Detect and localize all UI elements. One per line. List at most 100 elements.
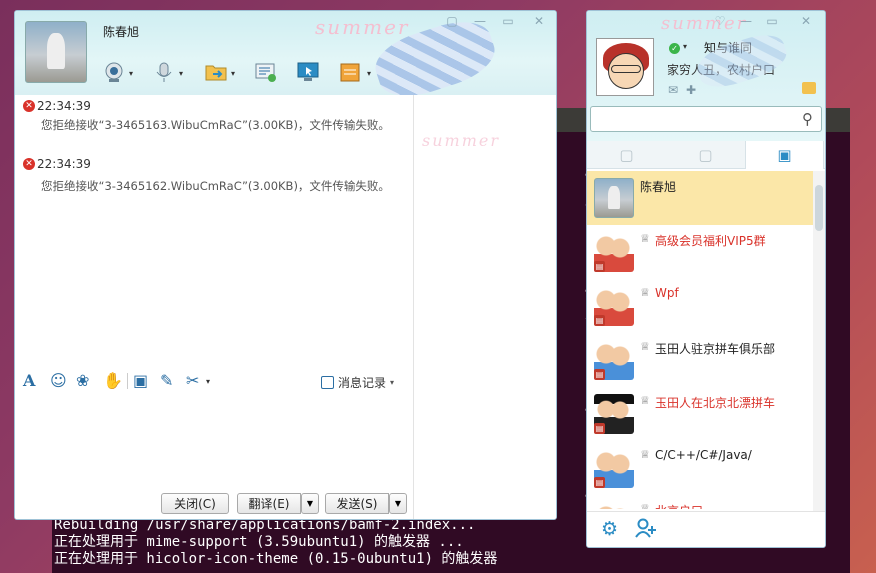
tab-recent[interactable]: ▢	[666, 141, 745, 169]
magic-emoji-icon[interactable]: ❀	[76, 371, 89, 390]
contact-list-scrollbar[interactable]	[813, 171, 825, 511]
summer-decoration: summer	[315, 15, 410, 39]
input-toolbar: A ☺ ❀ ✋ ▣ ✎ ✂ ▾ 消息记录 ▾	[15, 371, 413, 395]
message-input[interactable]	[15, 397, 413, 487]
terminal-line: 正在处理用于 hicolor-icon-theme (0.15-0ubuntu1…	[54, 551, 498, 567]
contacts-footer: ⚙	[587, 511, 825, 547]
search-input[interactable]: ⚲	[590, 106, 822, 132]
tab-groups[interactable]: ▣	[745, 141, 824, 169]
font-icon[interactable]: A	[23, 371, 35, 390]
skin-button[interactable]: ▢	[443, 14, 461, 28]
app-box-icon[interactable]	[337, 59, 363, 85]
history-icon	[321, 376, 334, 389]
error-icon: ✕	[23, 100, 35, 112]
group-level-icon: ♕	[640, 448, 650, 461]
chat-window[interactable]: summer 陈春旭 ▢ — ▭ ✕ ▾ ▾ ▾ ▾ ✕ 22:34:39 您拒…	[14, 10, 557, 520]
contacts-header: summer ♡ — ▭ ✕ ✓ ▾ 知与谁同 家穷人丑，农村户口 ✉ ✚ ⚲	[587, 11, 825, 143]
contact-name: 陈春旭	[103, 25, 140, 39]
close-button[interactable]: 关闭(C)	[161, 493, 229, 514]
maximize-button[interactable]: ▭	[499, 14, 517, 28]
message-history[interactable]: ✕ 22:34:39 您拒绝接收“3-3465163.WibuCmRaC”(3.…	[15, 95, 413, 371]
online-status-icon[interactable]: ✓	[669, 43, 680, 54]
send-file-icon[interactable]	[203, 59, 229, 85]
contact-avatar[interactable]	[25, 21, 87, 83]
group-level-icon: ♕	[640, 340, 650, 353]
group-type-badge-icon: ▤	[594, 477, 605, 488]
chat-header: summer 陈春旭 ▢ — ▭ ✕ ▾ ▾ ▾ ▾	[15, 11, 556, 107]
group-avatar[interactable]	[594, 502, 634, 509]
group-level-icon: ♕	[640, 394, 650, 407]
group-type-badge-icon: ▤	[594, 369, 605, 380]
message-box-icon[interactable]	[802, 82, 816, 94]
microphone-icon[interactable]	[151, 59, 177, 85]
image-icon[interactable]: ▣	[133, 371, 148, 390]
group-level-icon: ♕	[640, 232, 650, 245]
group-chat-icon: ▣	[777, 146, 792, 164]
edit-icon[interactable]: ✎	[160, 371, 173, 390]
message-history-button[interactable]: 消息记录 ▾	[321, 374, 394, 391]
add-contact-icon[interactable]	[635, 518, 657, 543]
contact-name: C/C++/C#/Java/	[655, 448, 752, 462]
contact-avatar[interactable]	[594, 178, 634, 218]
contact-list-item[interactable]: ▤♕北京户口	[587, 495, 813, 509]
message-text: 您拒绝接收“3-3465162.WibuCmRaC”(3.00KB)，文件传输失…	[41, 179, 390, 193]
chat-bubble-icon: ▢	[619, 146, 634, 164]
screen-share-icon[interactable]	[295, 59, 321, 85]
contact-list-item[interactable]: 陈春旭	[587, 171, 813, 225]
candy-decoration	[693, 28, 791, 94]
terminal-line: 正在处理用于 mime-support (3.59ubuntu1) 的触发器 .…	[54, 534, 464, 550]
chat-bubbles-icon: ▢	[698, 146, 713, 164]
message-timestamp: ✕ 22:34:39	[23, 99, 91, 113]
user-avatar[interactable]	[596, 38, 654, 96]
apps-icon[interactable]: ✚	[686, 83, 696, 97]
video-dropdown-icon[interactable]: ▾	[129, 69, 133, 78]
emoji-icon[interactable]: ☺	[50, 371, 67, 390]
contact-list-item[interactable]: ▤ ♕ 玉田人在北京北漂拼车	[587, 387, 813, 441]
status-dropdown-icon[interactable]: ▾	[683, 42, 687, 51]
search-icon[interactable]: ⚲	[802, 110, 813, 128]
send-options-dropdown-icon[interactable]: ▼	[389, 493, 407, 514]
screenshot-dropdown-icon[interactable]: ▾	[206, 377, 210, 386]
voice-dropdown-icon[interactable]: ▾	[179, 69, 183, 78]
message-timestamp: ✕ 22:34:39	[23, 157, 91, 171]
tab-contacts[interactable]: ▢	[587, 141, 666, 169]
scrollbar-thumb[interactable]	[815, 185, 823, 231]
contact-list-item[interactable]: ▤ ♕ C/C++/C#/Java/	[587, 441, 813, 495]
contact-name: Wpf	[655, 286, 679, 300]
contact-name: 陈春旭	[640, 180, 677, 194]
minimize-button[interactable]: —	[471, 14, 489, 28]
mail-icon[interactable]: ✉	[668, 83, 678, 97]
file-dropdown-icon[interactable]: ▾	[231, 69, 235, 78]
contact-name: 高级会员福利VIP5群	[655, 234, 766, 248]
group-type-badge-icon: ▤	[594, 315, 605, 326]
close-window-button[interactable]: ✕	[530, 14, 548, 28]
toolbar-divider	[127, 373, 128, 389]
contact-list-item[interactable]: ▤ ♕ 高级会员福利VIP5群	[587, 225, 813, 279]
contact-name: 北京户口	[655, 502, 703, 509]
contacts-window[interactable]: summer ♡ — ▭ ✕ ✓ ▾ 知与谁同 家穷人丑，农村户口 ✉ ✚ ⚲ …	[586, 10, 826, 548]
contact-list-item[interactable]: ▤ ♕ Wpf	[587, 279, 813, 333]
chat-side-panel: summer	[413, 95, 556, 519]
nudge-icon[interactable]: ✋	[103, 371, 123, 390]
summer-decoration: summer	[661, 13, 748, 34]
group-type-badge-icon: ▤	[594, 261, 605, 272]
translate-button[interactable]: 翻译(E)	[237, 493, 301, 514]
app-dropdown-icon[interactable]: ▾	[367, 69, 371, 78]
screenshot-icon[interactable]: ✂	[186, 371, 199, 390]
send-button[interactable]: 发送(S)	[325, 493, 389, 514]
settings-gear-icon[interactable]: ⚙	[601, 518, 618, 540]
contact-list-item[interactable]: ▤ ♕ 玉田人驻京拼车俱乐部	[587, 333, 813, 387]
minimize-button[interactable]: —	[737, 14, 755, 28]
summer-decoration: summer	[422, 131, 500, 150]
contact-list[interactable]: 陈春旭 ▤ ♕ 高级会员福利VIP5群 ▤ ♕ Wpf ▤ ♕ 玉田人驻京拼车俱乐部 ▤ ♕ 玉田人在北…	[587, 169, 813, 509]
group-type-badge-icon: ▤	[594, 423, 605, 434]
message-text: 您拒绝接收“3-3465163.WibuCmRaC”(3.00KB)，文件传输失…	[41, 118, 390, 132]
chat-log-icon[interactable]	[253, 59, 279, 85]
video-call-icon[interactable]	[101, 59, 127, 85]
close-window-button[interactable]: ✕	[797, 14, 815, 28]
skin-button[interactable]: ♡	[711, 14, 729, 28]
contact-name: 玉田人在北京北漂拼车	[655, 396, 776, 410]
contact-tabs: ▢ ▢ ▣	[587, 141, 825, 169]
translate-dropdown-icon[interactable]: ▼	[301, 493, 319, 514]
maximize-button[interactable]: ▭	[763, 14, 781, 28]
